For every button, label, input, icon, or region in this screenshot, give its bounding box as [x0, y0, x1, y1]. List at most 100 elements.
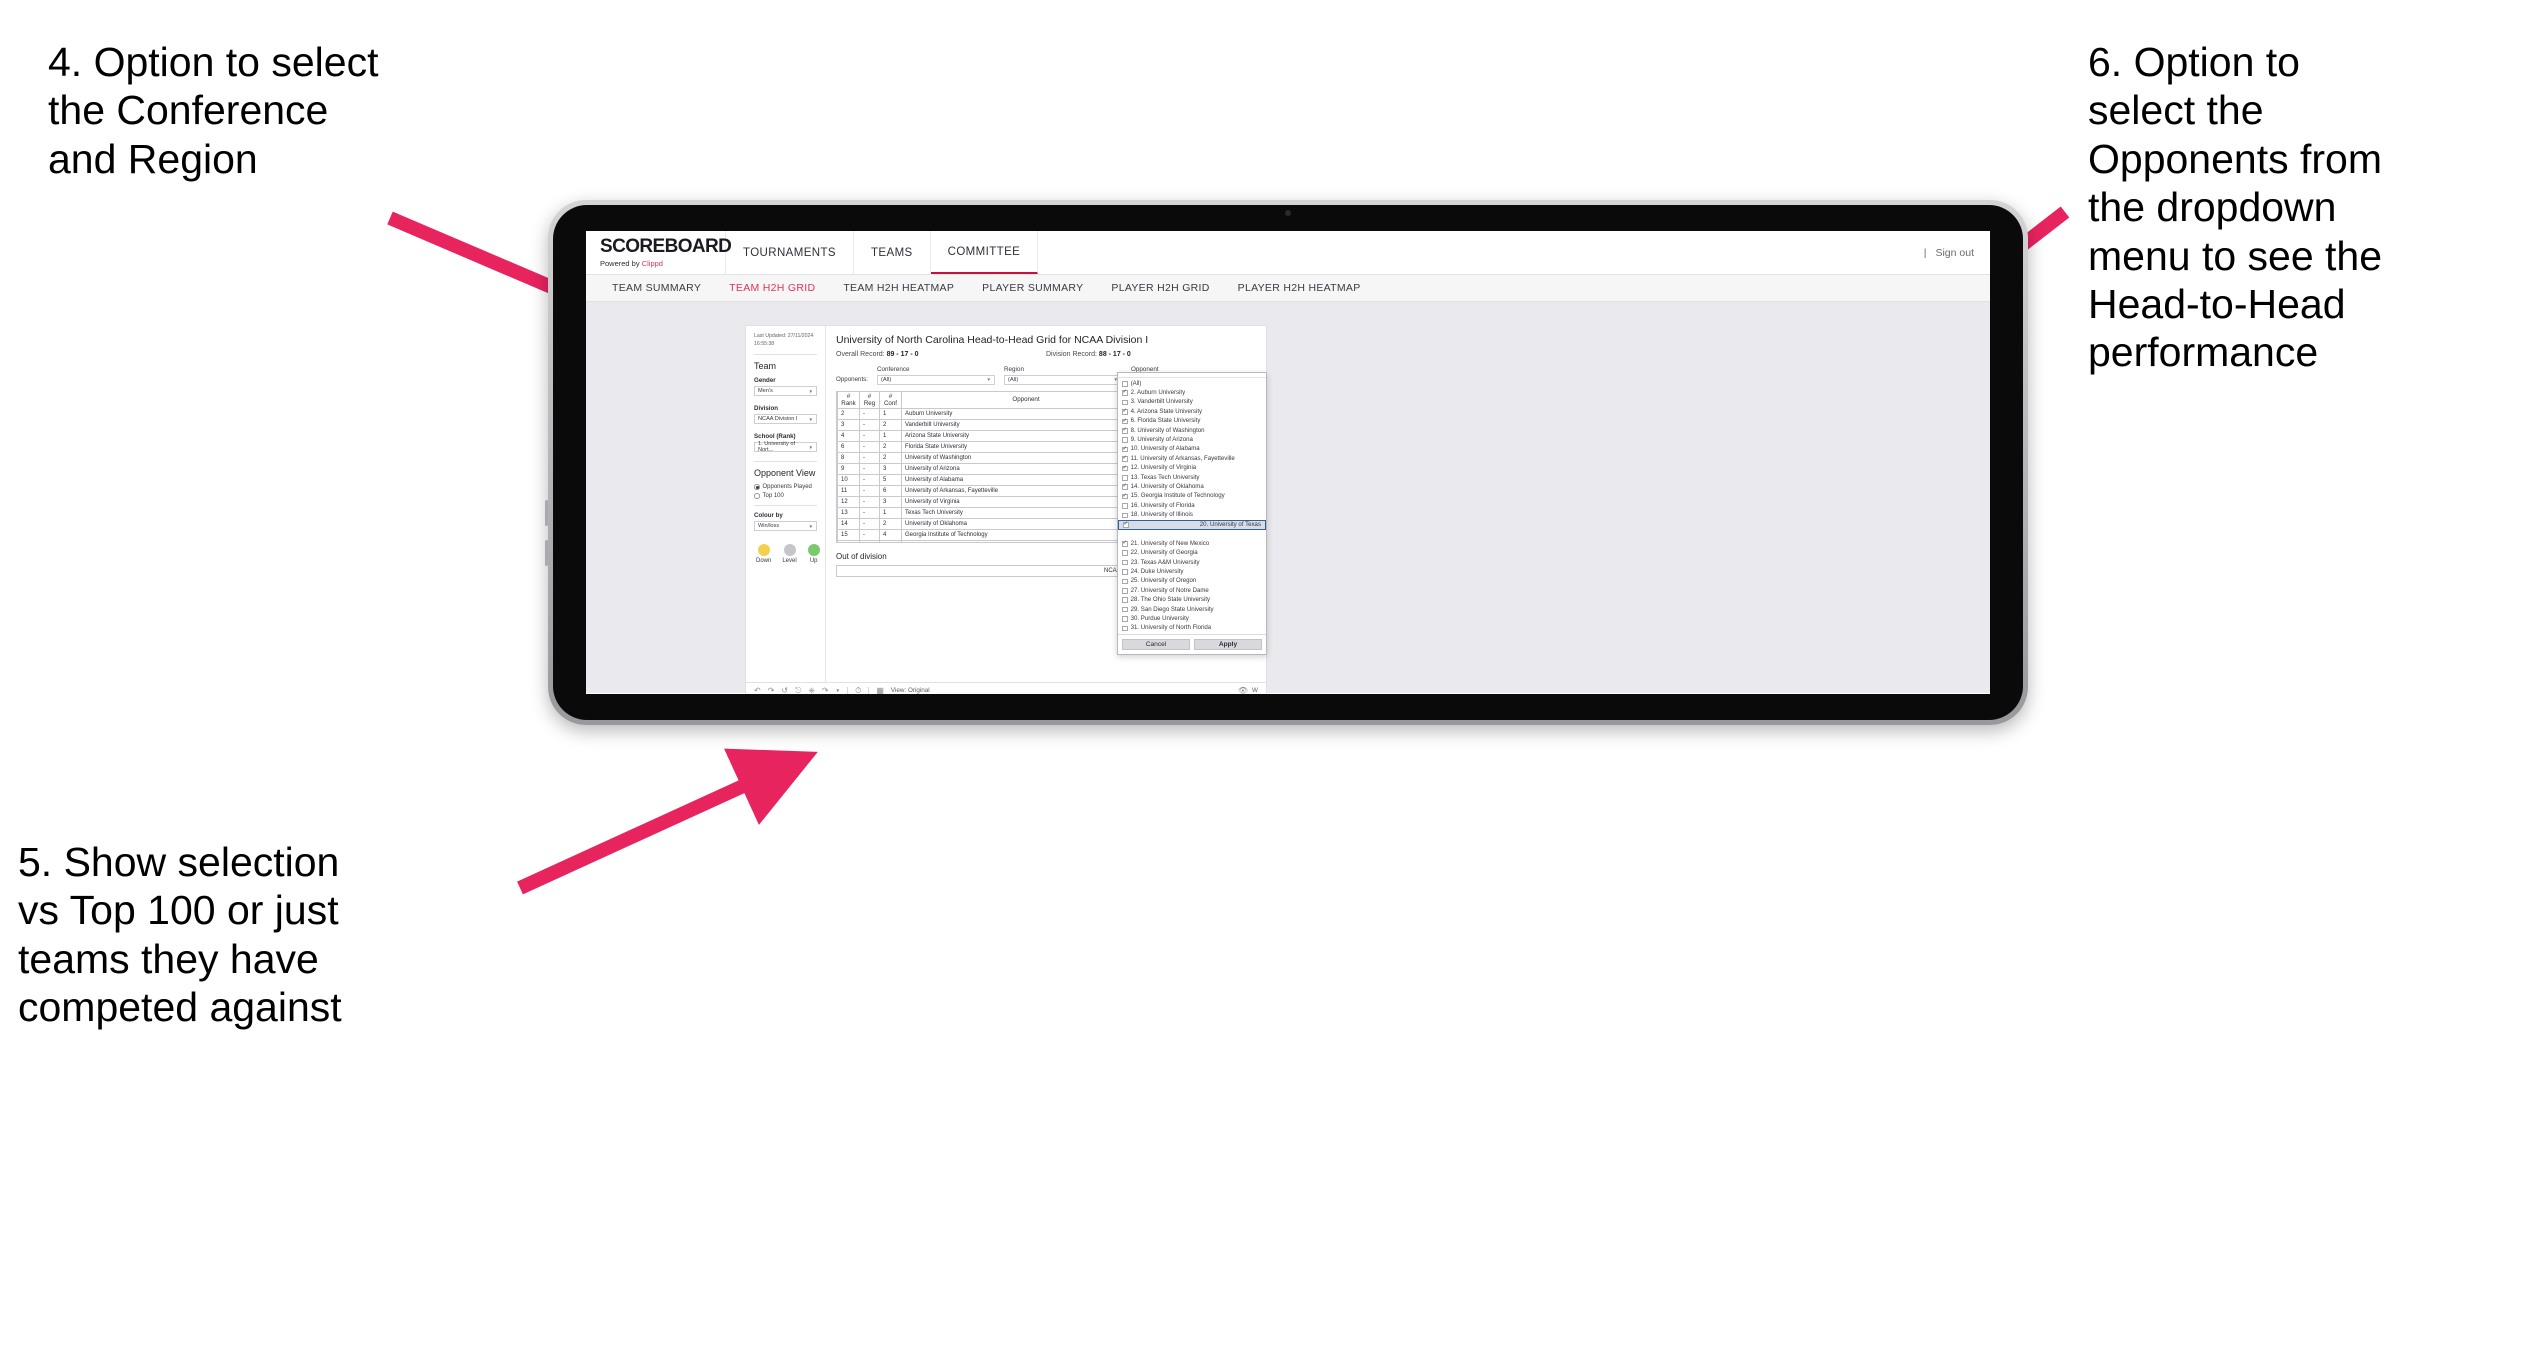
column-header-3[interactable]: Opponent — [901, 391, 1151, 409]
checkbox-icon[interactable] — [1122, 559, 1128, 566]
gender-select[interactable]: Men's ▼ — [754, 386, 817, 397]
radio-opponents-played[interactable]: Opponents Played — [754, 484, 817, 490]
nav-tournaments[interactable]: TOURNAMENTS — [726, 231, 854, 274]
conference-filter-select[interactable]: (All) ▼ — [877, 374, 995, 385]
undo-icon[interactable]: ↶ — [754, 686, 761, 694]
nav-teams[interactable]: TEAMS — [854, 231, 931, 274]
refresh-icon[interactable]: ⎋ — [795, 686, 801, 694]
divider — [754, 461, 817, 463]
watch-label[interactable]: W — [1252, 687, 1258, 694]
radio-top-100[interactable]: Top 100 — [754, 493, 817, 499]
checkbox-icon[interactable] — [1122, 493, 1128, 500]
opponent-dropdown-list[interactable]: (All) 2. Auburn University 3. Vanderbilt U… — [1118, 378, 1266, 634]
redo-icon[interactable]: ↷ — [768, 686, 775, 694]
checkbox-icon[interactable] — [1122, 512, 1128, 519]
tab-team-h2h-grid[interactable]: TEAM H2H GRID — [715, 282, 829, 294]
checkbox-icon[interactable] — [1122, 418, 1128, 425]
opponent-dropdown-item[interactable]: 31. University of North Florida — [1118, 624, 1266, 633]
revert-icon[interactable]: ↺ — [781, 686, 788, 694]
annotation-6: 6. Option to select the Opponents from t… — [2088, 39, 2383, 376]
checkbox-icon[interactable] — [1122, 399, 1128, 406]
region-filter-select[interactable]: (All) ▼ — [1004, 374, 1122, 385]
legend-label-down: Down — [756, 558, 772, 565]
checkbox-icon[interactable] — [1122, 625, 1128, 632]
opponent-dropdown-item[interactable]: 16. University of Florida — [1118, 501, 1266, 510]
checkbox-icon[interactable] — [1122, 569, 1128, 575]
checkbox-icon[interactable] — [1122, 550, 1128, 556]
checkbox-icon[interactable] — [1122, 588, 1128, 594]
eye-icon[interactable]: 👁 — [1238, 686, 1248, 694]
table-cell: - — [859, 496, 880, 508]
column-header-0[interactable]: # Rank — [837, 391, 860, 409]
opponent-dropdown-item[interactable]: 14. University of Oklahoma — [1118, 482, 1266, 491]
checkbox-icon[interactable] — [1122, 484, 1128, 490]
column-header-2[interactable]: # Conf — [879, 391, 902, 409]
checkbox-icon[interactable] — [1122, 578, 1128, 585]
division-select[interactable]: NCAA Division I ▼ — [754, 414, 817, 425]
opponent-dropdown-item[interactable]: 3. Vanderbilt University — [1118, 398, 1266, 407]
opponent-dropdown-item[interactable]: 18. University of Illinois — [1118, 511, 1266, 520]
checkbox-icon[interactable] — [1122, 474, 1128, 481]
opponent-dropdown-item[interactable]: 9. University of Arizona — [1118, 435, 1266, 444]
opponent-dropdown-item[interactable]: 22. University of Georgia — [1118, 549, 1266, 558]
checkbox-icon[interactable] — [1122, 597, 1128, 604]
gender-label: Gender — [754, 377, 776, 385]
opponent-dropdown-item-label: 16. University of Florida — [1130, 501, 1195, 509]
opponent-dropdown-item[interactable]: 11. University of Arkansas, Fayetteville — [1118, 454, 1266, 463]
apply-button[interactable]: Apply — [1194, 639, 1262, 651]
tab-player-h2h-grid[interactable]: PLAYER H2H GRID — [1097, 282, 1223, 294]
tab-team-summary[interactable]: TEAM SUMMARY — [598, 282, 715, 294]
opponent-dropdown-item[interactable]: 13. Texas Tech University — [1118, 473, 1266, 482]
sign-out-link[interactable]: Sign out — [1935, 247, 1974, 259]
checkbox-icon[interactable] — [1122, 541, 1128, 547]
checkbox-icon[interactable] — [1122, 409, 1128, 415]
checkbox-icon[interactable] — [1122, 427, 1128, 434]
table-cell: 5 — [879, 474, 902, 486]
brand-logo[interactable]: SCOREBOARD Powered by Clippd — [586, 231, 732, 274]
cancel-button[interactable]: Cancel — [1122, 639, 1190, 651]
chevron-down-icon[interactable]: ▼ — [836, 688, 841, 693]
opponent-dropdown-item[interactable]: 28. The Ohio State University — [1118, 596, 1266, 605]
opponent-dropdown-item[interactable]: (All) — [1118, 379, 1266, 388]
volume-down-button[interactable] — [545, 540, 548, 566]
opponent-dropdown-item[interactable]: 27. University of Notre Dame — [1118, 586, 1266, 595]
checkbox-icon[interactable] — [1123, 522, 1129, 528]
nav-committee[interactable]: COMMITTEE — [930, 231, 1039, 274]
column-header-1[interactable]: # Reg — [859, 391, 880, 409]
opponent-dropdown-item[interactable]: 8. University of Washington — [1118, 426, 1266, 435]
opponent-dropdown-item[interactable]: 4. Arizona State University — [1118, 407, 1266, 416]
opponent-dropdown-item[interactable]: 24. Duke University — [1118, 567, 1266, 576]
checkbox-icon[interactable] — [1122, 390, 1128, 396]
checkbox-icon[interactable] — [1122, 380, 1128, 387]
view-label[interactable]: View: Original — [891, 687, 930, 694]
checkbox-icon[interactable] — [1122, 456, 1128, 462]
share-icon[interactable]: ↷ — [822, 686, 829, 694]
checkbox-icon[interactable] — [1122, 606, 1128, 613]
opponent-dropdown-item[interactable]: 15. Georgia Institute of Technology — [1118, 492, 1266, 501]
opponent-dropdown-item[interactable]: 10. University of Alabama — [1118, 445, 1266, 454]
checkbox-icon[interactable] — [1122, 503, 1128, 509]
checkbox-icon[interactable] — [1122, 616, 1128, 622]
volume-up-button[interactable] — [545, 500, 548, 526]
opponent-dropdown-item[interactable]: 6. Florida State University — [1118, 417, 1266, 426]
clock-icon[interactable]: ⏱ — [855, 686, 861, 694]
opponent-dropdown-item-label: 12. University of Virginia — [1130, 464, 1197, 472]
opponent-dropdown-item[interactable]: 12. University of Virginia — [1118, 464, 1266, 473]
checkbox-icon[interactable] — [1122, 446, 1128, 453]
opponent-dropdown-item[interactable]: 23. Texas A&M University — [1118, 558, 1266, 567]
tab-player-summary[interactable]: PLAYER SUMMARY — [968, 282, 1097, 294]
opponent-dropdown-item[interactable]: 30. Purdue University — [1118, 614, 1266, 623]
checkbox-icon[interactable] — [1122, 465, 1128, 472]
colour-by-select[interactable]: Win/loss ▼ — [754, 521, 817, 532]
opponent-dropdown-item[interactable]: 21. University of New Mexico — [1118, 539, 1266, 548]
opponent-dropdown-item[interactable]: 25. University of Oregon — [1118, 577, 1266, 586]
pause-icon[interactable]: ⎈ — [808, 686, 814, 694]
opponent-dropdown-popup[interactable]: (All) 2. Auburn University 3. Vanderbilt U… — [1117, 372, 1267, 656]
school-rank-select[interactable]: 1. University of Nort... ▼ — [754, 441, 817, 453]
opponent-dropdown-item[interactable]: 29. San Diego State University — [1118, 605, 1266, 614]
tab-team-h2h-heatmap[interactable]: TEAM H2H HEATMAP — [829, 282, 968, 294]
opponent-dropdown-item[interactable]: 2. Auburn University — [1118, 388, 1266, 397]
opponent-dropdown-item[interactable]: 20. University of Texas — [1118, 520, 1266, 531]
checkbox-icon[interactable] — [1122, 437, 1128, 443]
tab-player-h2h-heatmap[interactable]: PLAYER H2H HEATMAP — [1224, 282, 1375, 294]
